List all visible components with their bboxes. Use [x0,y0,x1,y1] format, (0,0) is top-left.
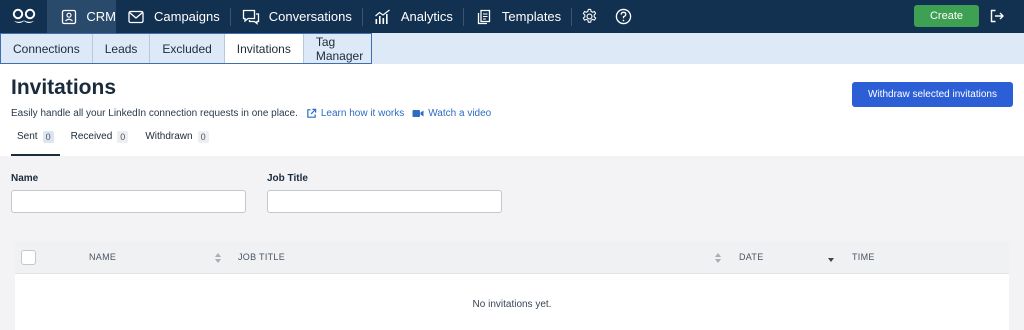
tab-received-count: 0 [117,131,129,143]
nav-label-conversations: Conversations [268,9,352,24]
subnav-tab-leads[interactable]: Leads [93,34,151,63]
watch-video-link[interactable]: Watch a video [412,108,491,119]
contact-card-icon [59,7,78,27]
tab-received-label: Received [70,131,113,142]
nav-item-analytics[interactable]: Analytics [363,0,463,33]
name-filter-input[interactable] [11,190,246,213]
column-header-name[interactable]: NAME [89,252,116,262]
settings-gear-icon[interactable] [572,0,606,33]
subnav-tab-excluded[interactable]: Excluded [150,34,225,63]
crm-subnav: Connections Leads Excluded Invitations T… [0,33,1024,64]
nav-item-conversations[interactable]: Conversations [231,0,362,33]
filter-panel: Name Job Title [0,156,1024,240]
subnav-tab-connections[interactable]: Connections [1,34,93,63]
page-header: Invitations Easily handle all your Linke… [0,64,1024,156]
external-link-icon [306,108,317,119]
page-description: Easily handle all your LinkedIn connecti… [11,108,491,119]
document-icon [474,7,494,27]
withdraw-invitations-button[interactable]: Withdraw selected invitations [852,82,1013,107]
column-header-time[interactable]: TIME [852,252,875,262]
nav-item-crm[interactable]: CRM [47,0,116,33]
create-button[interactable]: Create [914,5,979,27]
tab-sent[interactable]: Sent 0 [11,127,60,156]
envelope-icon [126,7,146,27]
column-header-job-title[interactable]: JOB TITLE [238,252,285,262]
tab-received[interactable]: Received 0 [65,127,135,156]
sort-both-icon[interactable] [214,252,222,264]
chat-bubbles-icon [241,7,261,27]
nav-label-analytics: Analytics [400,9,453,24]
video-camera-icon [412,109,424,118]
top-navbar: CRM Campaigns Conversations Analytics Te… [0,0,1024,33]
invitation-tabs: Sent 0 Received 0 Withdrawn 0 [11,127,220,156]
nav-label-templates: Templates [501,9,562,24]
nav-item-templates[interactable]: Templates [464,0,571,33]
chart-icon [373,7,393,27]
nav-label-crm: CRM [86,9,116,24]
sort-both-icon[interactable] [714,252,722,264]
page-title: Invitations [11,76,117,99]
tab-sent-count: 0 [42,131,54,143]
nav-item-campaigns[interactable]: Campaigns [116,0,230,33]
tab-withdrawn[interactable]: Withdrawn 0 [139,127,214,156]
column-header-date[interactable]: DATE [739,252,764,262]
subnav-tab-group: Connections Leads Excluded Invitations T… [0,33,372,64]
tab-withdrawn-label: Withdrawn [145,131,193,142]
select-all-checkbox[interactable] [21,250,36,265]
invitations-table: NAME JOB TITLE DATE TIME No invitations … [15,242,1009,330]
watch-video-link-label: Watch a video [428,108,492,119]
logout-icon[interactable] [989,8,1005,24]
job-title-filter-input[interactable] [267,190,502,213]
name-filter-label: Name [11,173,39,184]
subnav-tab-invitations[interactable]: Invitations [224,34,304,63]
tab-withdrawn-count: 0 [197,131,209,143]
job-title-filter-label: Job Title [267,173,308,184]
nav-label-campaigns: Campaigns [154,9,220,24]
empty-state-message: No invitations yet. [472,299,552,310]
help-circle-icon[interactable] [606,0,640,33]
page-description-text: Easily handle all your LinkedIn connecti… [11,108,298,119]
sort-descending-icon[interactable] [827,252,835,264]
tab-sent-label: Sent [17,131,38,142]
subnav-tab-tag-manager[interactable]: Tag Manager [304,34,375,63]
table-header: NAME JOB TITLE DATE TIME [15,242,1009,274]
learn-how-link[interactable]: Learn how it works [306,108,404,119]
logo-icon[interactable] [0,0,47,33]
learn-how-link-label: Learn how it works [320,108,405,119]
